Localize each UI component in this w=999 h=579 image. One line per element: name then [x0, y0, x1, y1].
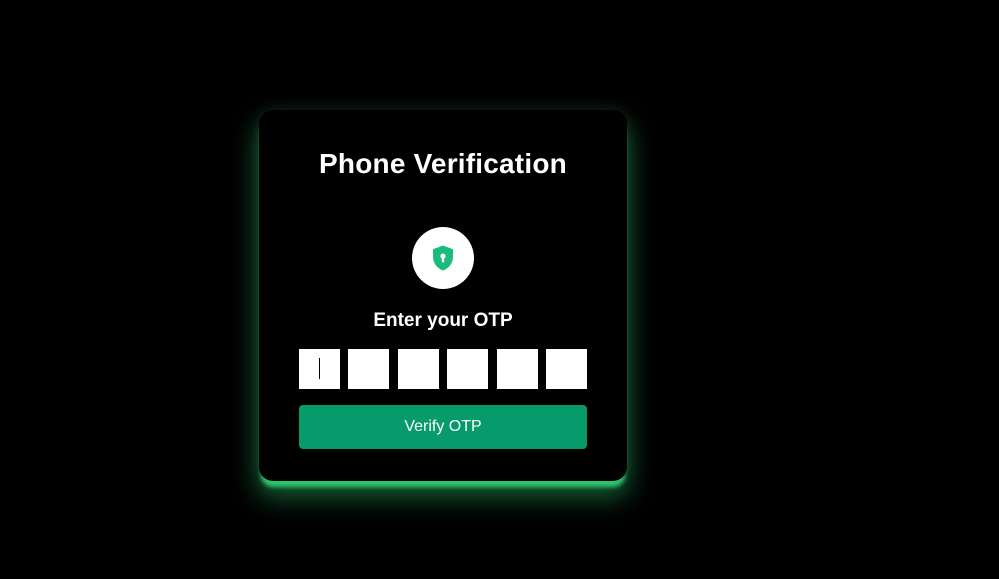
- otp-digit-4[interactable]: [447, 349, 489, 389]
- otp-digit-5[interactable]: [496, 349, 538, 389]
- otp-input-group: [299, 349, 587, 389]
- otp-digit-3[interactable]: [397, 349, 439, 389]
- verification-card: Phone Verification Enter your OTP Verify…: [259, 110, 627, 481]
- otp-digit-6[interactable]: [545, 349, 587, 389]
- shield-lock-icon: [412, 227, 474, 289]
- shield-lock-glyph: [433, 245, 453, 271]
- otp-digit-1[interactable]: [299, 349, 340, 389]
- otp-prompt: Enter your OTP: [373, 310, 513, 331]
- text-caret: [319, 358, 320, 379]
- page-title: Phone Verification: [319, 148, 567, 179]
- otp-digit-2[interactable]: [348, 349, 390, 389]
- verify-otp-button[interactable]: Verify OTP: [299, 405, 587, 449]
- page-background: Phone Verification Enter your OTP Verify…: [0, 0, 999, 579]
